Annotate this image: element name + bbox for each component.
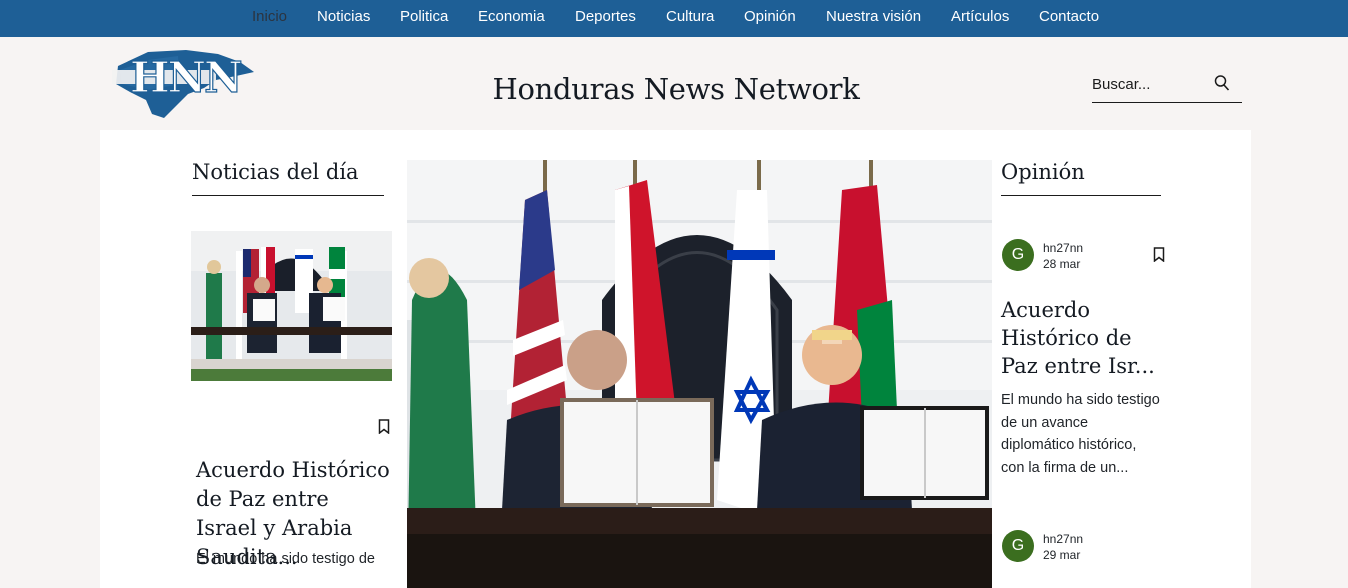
opinion-title: Opinión xyxy=(1001,160,1085,184)
avatar[interactable]: G xyxy=(1002,530,1034,562)
site-title: Honduras News Network xyxy=(492,72,860,106)
nav-item-nuestra-vision[interactable]: Nuestra visión xyxy=(826,0,921,37)
honduras-map-logo: HNN xyxy=(112,50,254,118)
top-nav: Inicio Noticias Politica Economia Deport… xyxy=(0,0,1348,37)
search-box[interactable] xyxy=(1092,70,1242,103)
site-logo[interactable]: HNN xyxy=(108,44,256,122)
post-author[interactable]: hn27nn xyxy=(1043,240,1083,256)
nav-item-deportes[interactable]: Deportes xyxy=(575,0,636,37)
avatar[interactable]: G xyxy=(1002,239,1034,271)
nav-item-contacto[interactable]: Contacto xyxy=(1039,0,1099,37)
bookmark-icon[interactable] xyxy=(1153,247,1165,263)
news-of-day-divider xyxy=(192,195,384,196)
signing-ceremony-photo xyxy=(407,160,992,588)
post-meta: hn27nn 29 mar xyxy=(1043,531,1083,563)
nav-item-articulos[interactable]: Artículos xyxy=(951,0,1009,37)
post-date: 29 mar xyxy=(1043,548,1081,562)
hero-image[interactable] xyxy=(407,160,992,588)
nav-item-noticias[interactable]: Noticias xyxy=(317,0,370,37)
opinion-headline[interactable]: Acuerdo Histórico de Paz entre Isr... xyxy=(1001,296,1161,380)
opinion-excerpt: El mundo ha sido testigo de un avance di… xyxy=(1001,392,1160,476)
news-of-day-title: Noticias del día xyxy=(192,160,359,184)
bookmark-icon[interactable] xyxy=(378,419,390,435)
main-content: Noticias del día Acuerdo Histórico de Pa… xyxy=(100,130,1251,588)
article-thumbnail[interactable] xyxy=(191,231,392,381)
nav-item-politica[interactable]: Politica xyxy=(400,0,448,37)
article-excerpt: El mundo ha sido testigo de xyxy=(196,551,375,567)
nav-item-inicio[interactable]: Inicio xyxy=(252,0,287,37)
nav-item-cultura[interactable]: Cultura xyxy=(666,0,714,37)
opinion-divider xyxy=(1001,195,1161,196)
search-icon[interactable] xyxy=(1214,74,1230,92)
nav-item-opinion[interactable]: Opinión xyxy=(744,0,796,37)
post-author[interactable]: hn27nn xyxy=(1043,531,1083,547)
svg-text:HNN: HNN xyxy=(130,53,241,102)
search-input[interactable] xyxy=(1092,73,1212,95)
nav-item-economia[interactable]: Economia xyxy=(478,0,545,37)
post-meta: hn27nn 28 mar xyxy=(1043,240,1083,272)
post-date: 28 mar xyxy=(1043,257,1081,271)
